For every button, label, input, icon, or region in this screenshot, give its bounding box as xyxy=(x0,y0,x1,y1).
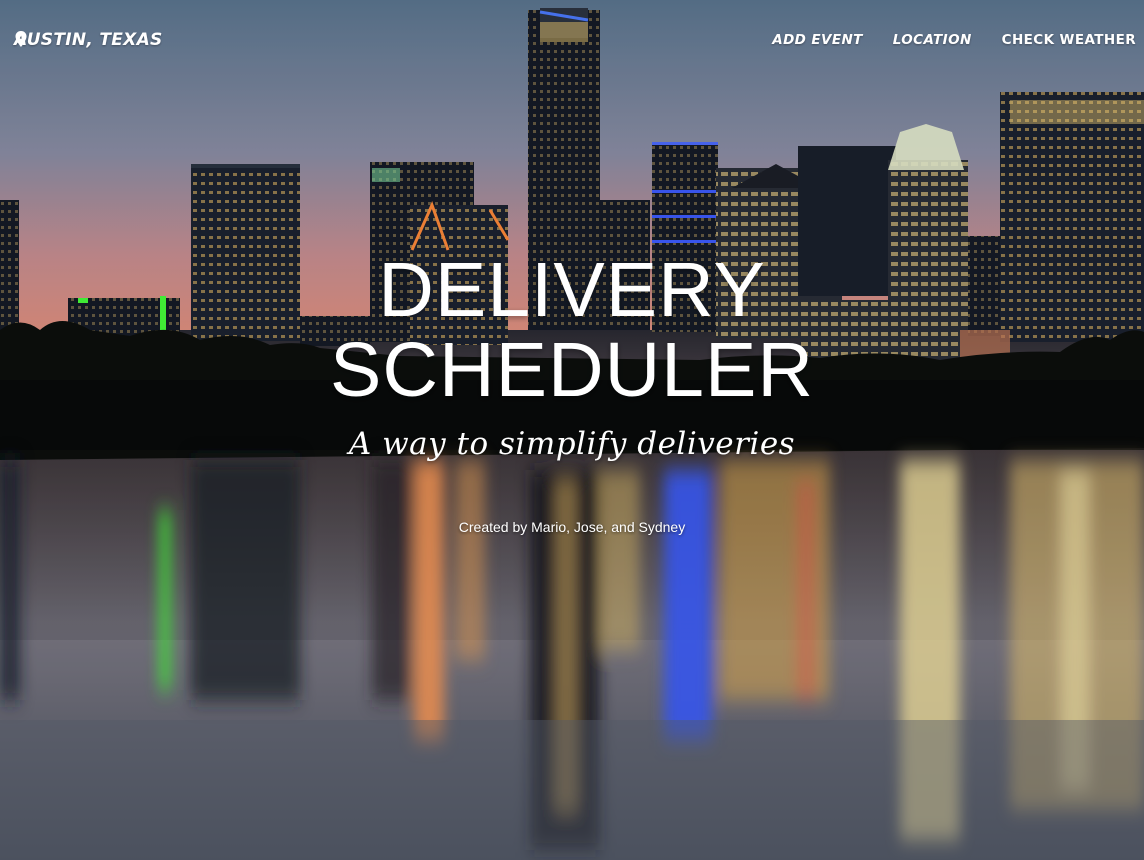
title-line-1: DELIVERY xyxy=(378,247,766,333)
brand-label: AUSTIN, TEXAS xyxy=(14,30,163,50)
credits-text: Created by Mario, Jose, and Sydney xyxy=(458,519,686,535)
nav-check-weather[interactable]: CHECK WEATHER xyxy=(1002,32,1136,48)
page-title: DELIVERY SCHEDULER xyxy=(0,250,1144,410)
nav-location[interactable]: LOCATION xyxy=(893,32,972,48)
nav-add-event[interactable]: ADD EVENT xyxy=(772,32,863,48)
nav-links: ADD EVENT LOCATION CHECK WEATHER xyxy=(772,32,1136,48)
top-navbar: AUSTIN, TEXAS ADD EVENT LOCATION CHECK W… xyxy=(0,0,1144,84)
tagline: A way to simplify deliveries xyxy=(348,426,796,462)
hero-section: AUSTIN, TEXAS ADD EVENT LOCATION CHECK W… xyxy=(0,0,1144,860)
brand-link[interactable]: AUSTIN, TEXAS xyxy=(14,30,163,50)
title-line-2: SCHEDULER xyxy=(330,327,814,413)
map-pin-icon xyxy=(15,31,27,47)
